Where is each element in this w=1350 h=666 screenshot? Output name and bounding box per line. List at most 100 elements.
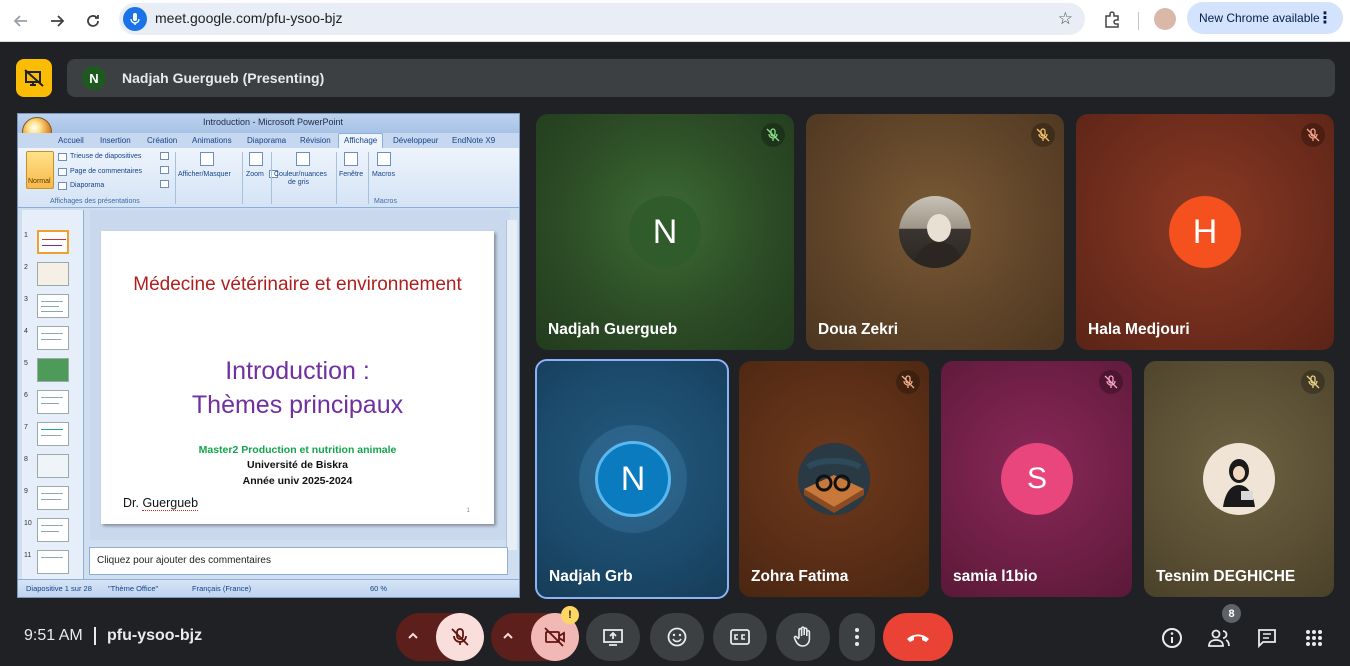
ppt-tab[interactable]: Accueil — [58, 136, 84, 145]
status-slide-count: Diapositive 1 sur 28 — [26, 584, 92, 593]
slide-thumbnail[interactable] — [37, 358, 69, 382]
captions-button[interactable] — [713, 613, 767, 661]
ppt-tab[interactable]: Insertion — [100, 136, 131, 145]
back-arrow-icon[interactable] — [7, 7, 35, 35]
thumb-number: 9 — [24, 488, 28, 495]
slide-thumbnail[interactable] — [37, 550, 69, 574]
slide-thumbnails-pane: 1 2 3 4 5 6 7 8 9 10 11 — [22, 210, 84, 580]
slideshow-button[interactable]: Diaporama — [70, 182, 104, 189]
hand-icon — [793, 626, 811, 647]
slide-thumbnail[interactable] — [37, 486, 69, 510]
leave-call-button[interactable] — [883, 613, 953, 661]
end-call-icon — [907, 634, 929, 642]
participant-tile-active[interactable]: N Nadjah Grb — [535, 359, 729, 599]
extensions-puzzle-icon[interactable] — [1100, 8, 1124, 32]
chat-icon[interactable] — [1255, 626, 1279, 650]
raise-hand-button[interactable] — [776, 613, 830, 661]
ppt-tab[interactable]: Création — [147, 136, 177, 145]
thumb-number: 2 — [24, 264, 28, 271]
more-options-button[interactable] — [839, 613, 875, 661]
chrome-update-button[interactable]: New Chrome available ⋮ — [1187, 2, 1343, 34]
master-view-icon[interactable] — [160, 180, 169, 188]
slide-thumbnail[interactable] — [37, 262, 69, 286]
participant-name: Hala Medjouri — [1088, 321, 1190, 338]
ppt-tab[interactable]: Diaporama — [247, 136, 286, 145]
slide-thumbnail[interactable] — [37, 326, 69, 350]
slide-scrollbar[interactable] — [506, 220, 517, 550]
voice-search-icon[interactable] — [123, 7, 147, 31]
participant-tile[interactable]: Doua Zekri — [806, 114, 1064, 350]
meet-stage: N Nadjah Guergueb (Presenting) Introduct… — [0, 42, 1350, 666]
window-button[interactable]: Fenêtre — [339, 171, 363, 178]
ppt-tab[interactable]: Révision — [300, 136, 331, 145]
thumb-number: 5 — [24, 360, 28, 367]
profile-avatar[interactable] — [1154, 8, 1176, 30]
slide-thumbnail[interactable] — [37, 230, 69, 254]
notes-page-button[interactable]: Page de commentaires — [70, 168, 142, 175]
macros-button[interactable]: Macros — [372, 171, 395, 178]
ribbon-group-label: Macros — [374, 198, 397, 205]
reactions-button[interactable] — [650, 613, 704, 661]
participant-name: Doua Zekri — [818, 321, 899, 338]
thumb-number: 1 — [24, 232, 28, 239]
present-screen-button[interactable] — [586, 613, 640, 661]
captions-icon — [730, 629, 750, 645]
mic-control-group — [396, 613, 484, 661]
people-icon[interactable] — [1207, 626, 1231, 650]
master-view-icon[interactable] — [160, 166, 169, 174]
ppt-tab[interactable]: Animations — [192, 136, 232, 145]
notes-pane[interactable]: Cliquez pour ajouter des commentaires — [89, 547, 508, 575]
slide-thumbnail[interactable] — [37, 294, 69, 318]
meeting-clock: 9:51 AM — [24, 627, 83, 644]
present-screen-icon — [603, 629, 623, 646]
slide-thumbnail[interactable] — [37, 518, 69, 542]
participant-tile[interactable]: Tesnim DEGHICHE — [1144, 361, 1334, 597]
forward-arrow-icon[interactable] — [43, 7, 71, 35]
people-count-badge: 8 — [1222, 604, 1241, 623]
mic-off-icon — [451, 628, 469, 646]
camera-warning-badge: ! — [561, 606, 579, 624]
address-bar[interactable]: meet.google.com/pfu-ysoo-bjz ☆ — [119, 3, 1085, 35]
thumb-number: 7 — [24, 424, 28, 431]
meeting-code: pfu-ysoo-bjz — [107, 627, 203, 644]
slide-year: Année univ 2025-2024 — [242, 475, 353, 487]
bookmark-star-icon[interactable]: ☆ — [1058, 9, 1073, 29]
participant-name: Nadjah Grb — [549, 568, 633, 585]
participant-name: samia l1bio — [953, 568, 1038, 585]
ppt-tab-active[interactable]: Affichage — [338, 133, 384, 148]
slide-number: 1 — [466, 508, 470, 514]
master-view-icon[interactable] — [160, 152, 169, 160]
meeting-details-icon[interactable] — [1160, 626, 1184, 650]
mic-off-icon — [1301, 370, 1325, 394]
grayscale-button[interactable]: Couleur/nuances — [274, 171, 327, 178]
zoom-button[interactable]: Zoom — [246, 171, 264, 178]
current-slide[interactable]: Médecine vétérinaire et environnement In… — [101, 231, 494, 524]
slide-thumbnail[interactable] — [37, 454, 69, 478]
mic-off-icon — [1301, 123, 1325, 147]
window-icon — [344, 152, 358, 166]
participant-tile[interactable]: N Nadjah Guergueb — [536, 114, 794, 350]
ribbon-separator — [271, 152, 272, 204]
slide-sorter-button[interactable]: Trieuse de diapositives — [70, 153, 141, 160]
ppt-tab[interactable]: EndNote X9 — [452, 136, 495, 145]
slide-thumbnail[interactable] — [37, 390, 69, 414]
chrome-menu-dots-icon[interactable]: ⋮ — [1317, 8, 1333, 28]
participant-tile[interactable]: Zohra Fatima — [739, 361, 929, 597]
audio-options-chevron-icon[interactable] — [406, 629, 420, 648]
emoji-icon — [667, 627, 687, 647]
participant-tile[interactable]: S samia l1bio — [941, 361, 1132, 597]
show-hide-button[interactable]: Afficher/Masquer — [178, 171, 231, 178]
normal-view-button[interactable]: Normal — [26, 151, 54, 189]
mic-toggle-button[interactable] — [436, 613, 484, 661]
video-options-chevron-icon[interactable] — [501, 629, 515, 648]
participant-tile[interactable]: H Hala Medjouri — [1076, 114, 1334, 350]
thumb-number: 4 — [24, 328, 28, 335]
ppt-tab[interactable]: Développeur — [393, 136, 438, 145]
presentation-badge-icon[interactable] — [16, 59, 52, 97]
status-zoom[interactable]: 60 % — [370, 584, 387, 593]
slide-thumbnail[interactable] — [37, 422, 69, 446]
update-label: New Chrome available — [1199, 11, 1320, 25]
notes-page-icon — [58, 168, 67, 176]
reload-icon[interactable] — [79, 7, 107, 35]
activities-grid-icon[interactable] — [1302, 626, 1326, 650]
